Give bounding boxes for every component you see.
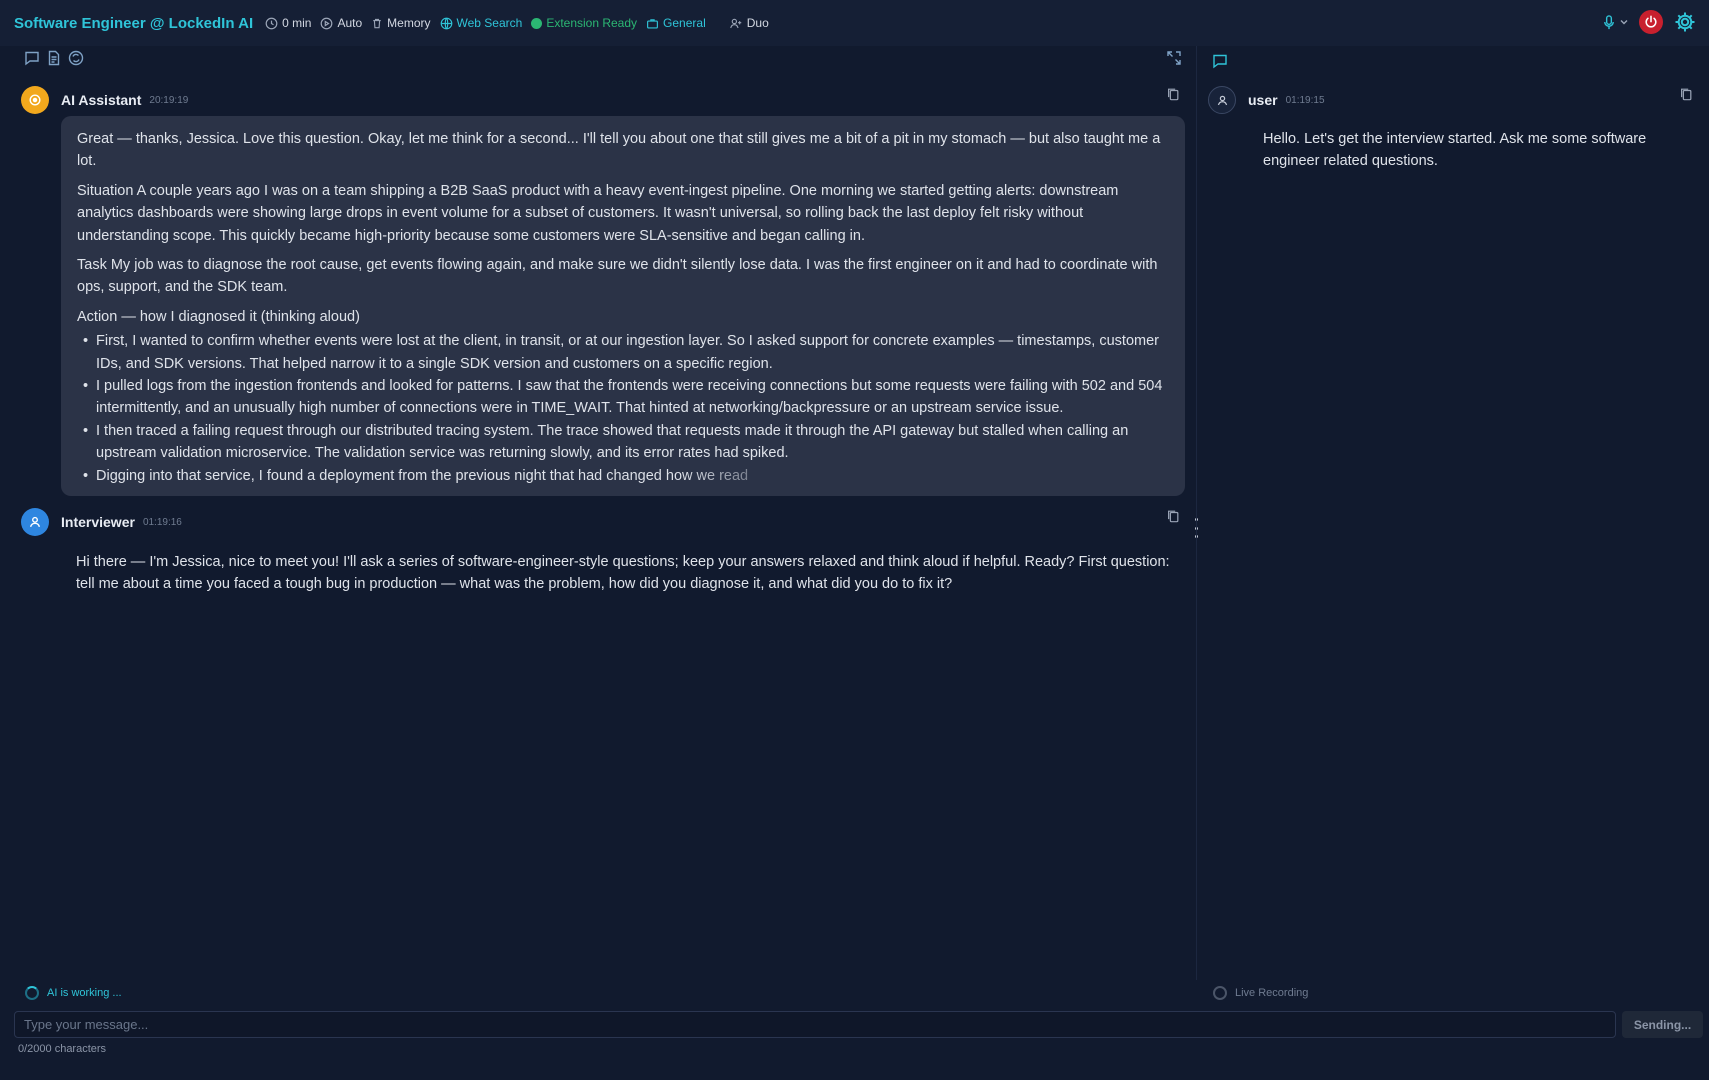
send-button[interactable]: Sending... (1622, 1011, 1703, 1038)
briefcase-icon (647, 18, 658, 29)
web-search-toggle[interactable]: Web Search (440, 16, 523, 30)
mic-icon (1604, 14, 1614, 29)
copy-icon[interactable] (1679, 87, 1693, 101)
ai-bullet-list: First, I wanted to confirm whether event… (77, 330, 1171, 487)
document-icon[interactable] (46, 50, 62, 66)
session-type-label: Duo (746, 16, 769, 30)
message-input[interactable] (14, 1011, 1616, 1038)
timer-label: 0 min (282, 16, 312, 30)
ai-working-label: AI is working ... (47, 987, 122, 999)
interviewer-message-text: Hi there — I'm Jessica, nice to meet you… (76, 554, 1170, 593)
auto-mode-label: Auto (337, 16, 363, 30)
sync-icon[interactable] (68, 50, 84, 66)
copy-icon[interactable] (1166, 87, 1180, 101)
streaming-text-fade: had changed how we read (578, 467, 749, 484)
char-counter: 0/2000 characters (18, 1043, 107, 1055)
ai-paragraph: Great — thanks, Jessica. Love this quest… (77, 131, 1161, 170)
list-item: First, I wanted to confirm whether event… (77, 330, 1171, 375)
app-title: Software Engineer @ LockedIn AI (14, 14, 254, 32)
record-icon (1213, 986, 1227, 1000)
context-selector[interactable]: General (646, 16, 706, 30)
ai-paragraph: Action — how I diagnosed it (thinking al… (77, 308, 360, 325)
ai-message-time: 20:19:19 (149, 94, 189, 106)
memory-button[interactable]: Memory (371, 16, 431, 30)
ai-message-bubble: Great — thanks, Jessica. Love this quest… (61, 116, 1185, 496)
context-label: General (663, 16, 706, 30)
session-type-button[interactable]: Duo (729, 16, 769, 30)
interviewer-message-header: Interviewer 01:19:16 (21, 508, 182, 536)
ai-paragraph: Task My job was to diagnose the root cau… (77, 257, 1158, 296)
ai-avatar (21, 86, 49, 114)
play-circle-icon (321, 17, 333, 29)
stop-session-button[interactable] (1639, 10, 1663, 34)
list-item: I then traced a failing request through … (77, 420, 1171, 465)
ai-avatar-icon (29, 94, 41, 106)
extension-status-label: Extension Ready (546, 16, 638, 30)
live-recording-status: Live Recording (1213, 986, 1308, 1000)
ai-working-status: AI is working ... (25, 986, 122, 1000)
spinner-icon (25, 986, 39, 1000)
clock-icon (265, 17, 278, 29)
top-bar: Software Engineer @ LockedIn AI 0 min Au… (0, 0, 1709, 46)
list-item: I pulled logs from the ingestion fronten… (77, 375, 1171, 420)
power-icon (1645, 15, 1657, 28)
user-icon (29, 516, 41, 528)
interviewer-sender-name: Interviewer (61, 514, 135, 530)
user-sender-name: user (1248, 92, 1278, 108)
auto-mode-toggle[interactable]: Auto (320, 16, 362, 30)
timer-chip: 0 min (265, 16, 311, 30)
conversation-pane: AI Assistant 20:19:19 Great — thanks, Je… (0, 46, 1198, 1000)
user-message-time: 01:19:15 (1285, 94, 1325, 106)
user-message-text: Hello. Let's get the interview started. … (1263, 131, 1647, 170)
web-search-label: Web Search (456, 16, 523, 30)
user-avatar (1208, 86, 1236, 114)
chevron-down-icon (1620, 20, 1628, 25)
extension-status: Extension Ready (531, 16, 637, 30)
top-right-controls (1603, 10, 1697, 34)
mic-selector[interactable] (1603, 14, 1629, 30)
ai-sender-name: AI Assistant (61, 92, 142, 108)
ai-paragraph: Situation A couple years ago I was on a … (77, 182, 1119, 244)
user-message-header: user 01:19:15 (1208, 86, 1325, 114)
memory-label: Memory (387, 16, 431, 30)
globe-icon (440, 17, 452, 29)
streaming-text: Digging into that service, I found a dep… (96, 467, 578, 484)
ai-message-header: AI Assistant 20:19:19 (21, 86, 188, 114)
status-dot-icon (531, 17, 543, 29)
expand-icon[interactable] (1166, 50, 1182, 66)
chat-icon[interactable] (24, 50, 40, 66)
trash-icon (373, 18, 381, 28)
chat-icon[interactable] (1212, 53, 1228, 69)
interviewer-avatar (21, 508, 49, 536)
user-icon (1217, 95, 1227, 105)
user-plus-icon (729, 18, 742, 28)
live-recording-label: Live Recording (1235, 987, 1309, 999)
pane-divider[interactable] (1196, 46, 1197, 980)
pane-toolbar (24, 50, 84, 66)
interviewer-message-time: 01:19:16 (142, 516, 182, 528)
gear-icon[interactable] (1673, 10, 1697, 34)
copy-icon[interactable] (1166, 509, 1180, 523)
streaming-list-item: Digging into that service, I found a dep… (77, 465, 1171, 488)
